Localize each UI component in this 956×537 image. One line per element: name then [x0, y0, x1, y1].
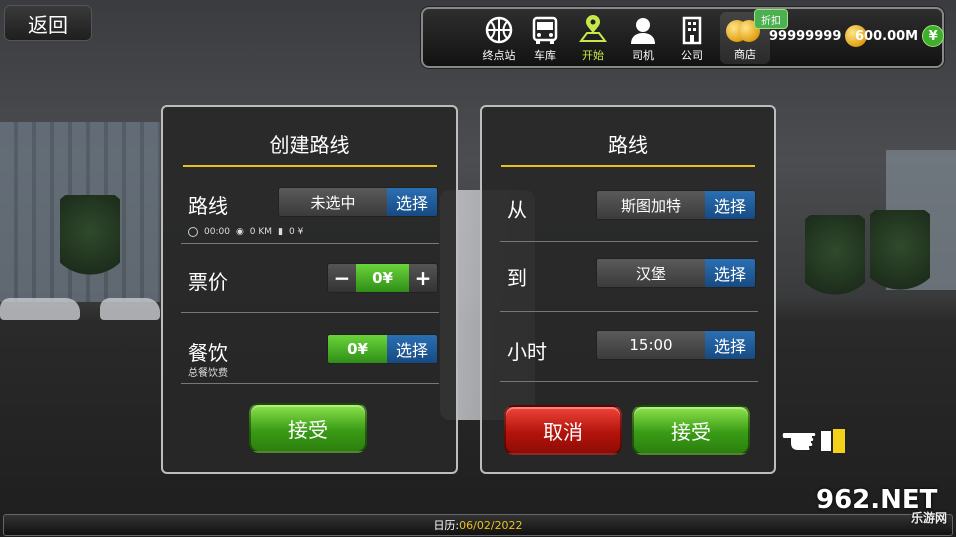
- divider: [181, 243, 439, 244]
- basketball-icon: [485, 16, 513, 44]
- calendar-label: 日历:: [433, 519, 460, 532]
- add-cash-button[interactable]: ¥: [922, 25, 945, 47]
- nav-label: 公司: [681, 49, 703, 62]
- background-car: [0, 298, 80, 320]
- catering-subtitle: 总餐饮费: [188, 368, 228, 379]
- accept-button[interactable]: 接受: [632, 405, 750, 455]
- divider: [181, 312, 439, 313]
- back-button[interactable]: 返回: [4, 5, 92, 41]
- calendar-bar: 日历: 06/02/2022: [3, 514, 953, 536]
- catering-label: 餐饮: [188, 341, 228, 365]
- accept-button[interactable]: 接受: [249, 403, 367, 453]
- catering-select-button[interactable]: 选择: [387, 335, 437, 363]
- shop-label: 商店: [734, 48, 756, 61]
- to-select-button[interactable]: 选择: [705, 259, 755, 287]
- watermark-logo: 962.NET 乐游网: [816, 485, 951, 535]
- nav-label: 终点站: [482, 49, 516, 62]
- nav-driver[interactable]: 司机: [617, 15, 669, 67]
- to-field: 汉堡 选择: [596, 258, 756, 288]
- to-label: 到: [507, 266, 527, 290]
- background-tree: [805, 215, 865, 305]
- background-tree: [870, 210, 930, 300]
- divider: [500, 241, 758, 242]
- title-underline: [501, 165, 755, 167]
- background-tree: [60, 195, 120, 285]
- from-value: 斯图加特: [597, 191, 705, 219]
- fare-label: 票价: [188, 270, 228, 294]
- route-time: 00:00: [204, 227, 230, 237]
- catering-field: 0¥ 选择: [327, 334, 438, 364]
- from-field: 斯图加特 选择: [596, 190, 756, 220]
- driver-icon: [631, 18, 655, 44]
- calendar-date: 06/02/2022: [459, 518, 523, 532]
- background-car: [100, 298, 160, 320]
- fare-stepper: − 0¥ +: [327, 263, 438, 293]
- route-panel: 路线 从 斯图加特 选择 到 汉堡 选择 小时 15:00 选择 取消 接受: [480, 105, 776, 474]
- coin-balance: 99999999: [769, 25, 868, 47]
- route-info: 00:00 ◉ 0 KM ▮ 0 ¥: [188, 227, 303, 237]
- route-field: 未选中 选择: [278, 187, 438, 217]
- nav-label: 开始: [582, 49, 604, 62]
- hour-value: 15:00: [597, 331, 705, 359]
- nav-label: 车库: [534, 49, 556, 62]
- fuel-icon: ▮: [278, 227, 284, 237]
- from-select-button[interactable]: 选择: [705, 191, 755, 219]
- fare-plus-button[interactable]: +: [409, 264, 437, 292]
- divider: [500, 311, 758, 312]
- location-icon: ◉: [235, 227, 244, 237]
- route-fuel: 0 ¥: [289, 227, 304, 237]
- map-pin-icon: [579, 15, 607, 42]
- cancel-button[interactable]: 取消: [504, 405, 622, 455]
- divider: [500, 381, 758, 382]
- nav-garage[interactable]: 车库: [519, 15, 571, 67]
- hour-field: 15:00 选择: [596, 330, 756, 360]
- nav-label: 司机: [632, 49, 654, 62]
- pointing-hand-icon: [780, 427, 847, 455]
- create-route-panel: 创建路线 路线 未选中 选择 00:00 ◉ 0 KM ▮ 0 ¥ 票价 − 0¥ …: [161, 105, 458, 474]
- cash-balance: 600.00M ¥: [855, 25, 945, 47]
- route-distance: 0 KM: [249, 227, 273, 237]
- top-navigation-bar: 终点站 车库 开始 司机 公司 商店 折扣 99999999 600.00M ¥: [421, 7, 945, 68]
- route-label: 路线: [188, 194, 228, 218]
- clock-icon: [188, 227, 198, 237]
- hour-label: 小时: [507, 340, 547, 364]
- nav-terminal[interactable]: 终点站: [473, 15, 525, 67]
- cash-amount: 600.00M: [855, 28, 919, 44]
- hour-select-button[interactable]: 选择: [705, 331, 755, 359]
- fare-value: 0¥: [356, 264, 409, 292]
- route-value: 未选中: [279, 188, 387, 216]
- from-label: 从: [507, 198, 527, 222]
- nav-company[interactable]: 公司: [666, 15, 718, 67]
- bus-icon: [532, 16, 558, 44]
- panel-title: 路线: [608, 133, 648, 157]
- coin-amount: 99999999: [769, 28, 842, 44]
- nav-start[interactable]: 开始: [567, 15, 619, 67]
- title-underline: [183, 165, 437, 167]
- to-value: 汉堡: [597, 259, 705, 287]
- divider: [181, 383, 439, 384]
- route-select-button[interactable]: 选择: [387, 188, 437, 216]
- fare-minus-button[interactable]: −: [328, 264, 356, 292]
- building-icon: [682, 16, 702, 45]
- catering-value: 0¥: [328, 335, 387, 363]
- panel-title: 创建路线: [269, 133, 350, 157]
